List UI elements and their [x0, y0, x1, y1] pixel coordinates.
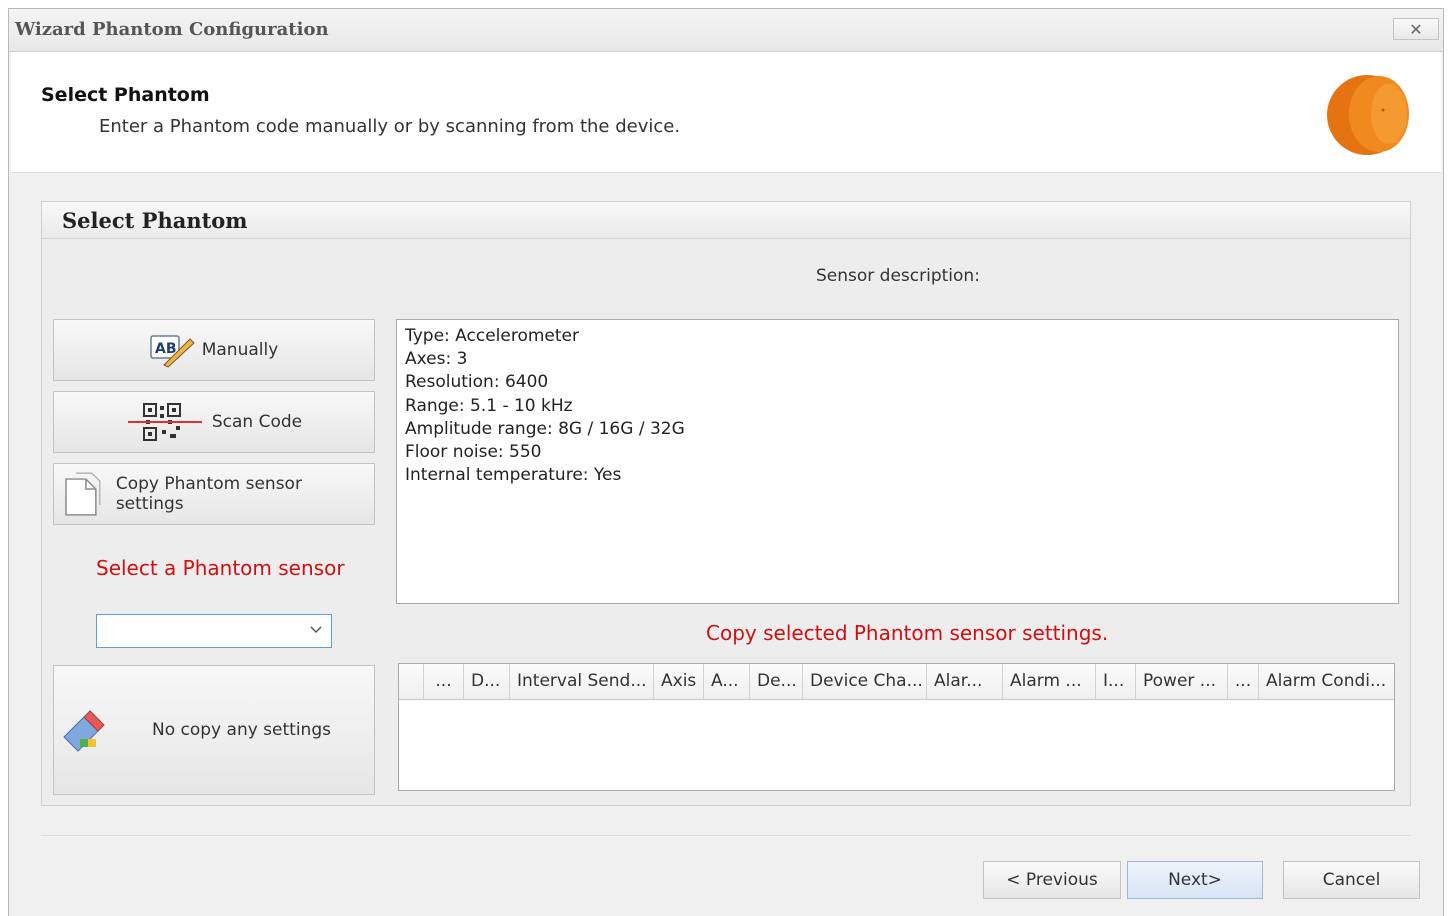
copy-settings-button[interactable]: Copy Phantom sensor settings [53, 463, 375, 525]
ab-pencil-icon: AB [149, 335, 195, 368]
title-bar: Wizard Phantom Configuration ✕ [9, 9, 1443, 52]
description-line: Floor noise: 550 [405, 442, 542, 463]
grid-column-header[interactable]: De... [750, 664, 803, 699]
document-icon [65, 472, 101, 516]
phantom-sensor-select[interactable] [96, 614, 332, 648]
grid-column-header[interactable]: Alarm ... [1003, 664, 1096, 699]
select-sensor-label: Select a Phantom sensor [96, 556, 345, 580]
svg-text:AB: AB [155, 341, 177, 357]
grid-column-header[interactable]: D... [464, 664, 510, 699]
footer-separator [41, 835, 1411, 836]
window-title: Wizard Phantom Configuration [15, 19, 329, 40]
select-phantom-group: Select Phantom AB Manually Scan Code Cop… [41, 201, 1411, 806]
manually-label: Manually [201, 340, 279, 360]
grid-column-header[interactable]: Power ... [1136, 664, 1228, 699]
eraser-icon [63, 710, 105, 752]
close-button[interactable]: ✕ [1393, 18, 1439, 40]
grid-column-header[interactable]: Device Cha... [803, 664, 927, 699]
header-title: Select Phantom [41, 84, 210, 106]
grid-column-header[interactable]: ... [1228, 664, 1259, 699]
no-copy-button[interactable]: No copy any settings [53, 665, 375, 795]
scan-code-button[interactable]: Scan Code [53, 391, 375, 453]
grid-column-header[interactable]: I... [1096, 664, 1136, 699]
scan-code-label: Scan Code [211, 412, 303, 432]
grid-header: ... D... Interval Send... Axis A... De..… [399, 664, 1394, 700]
grid-column-header[interactable]: ... [424, 664, 464, 699]
wizard-window: Wizard Phantom Configuration ✕ Select Ph… [8, 8, 1444, 916]
sensor-description-box: Type: Accelerometer Axes: 3 Resolution: … [396, 319, 1399, 604]
previous-button[interactable]: < Previous [983, 861, 1121, 899]
header-subtitle: Enter a Phantom code manually or by scan… [99, 116, 681, 137]
qr-code-icon [127, 403, 202, 441]
grid-column-header[interactable]: Interval Send... [510, 664, 654, 699]
grid-column-header[interactable]: Alarm Condi... [1259, 664, 1394, 699]
wizard-header: Select Phantom Enter a Phantom code manu… [11, 52, 1441, 173]
group-header: Select Phantom [42, 202, 1410, 239]
next-button[interactable]: Next> [1127, 861, 1263, 899]
no-copy-label: No copy any settings [152, 720, 331, 740]
chevron-down-icon[interactable] [309, 623, 323, 637]
copy-settings-caption: Copy selected Phantom sensor settings. [706, 621, 1109, 645]
sensor-description-label: Sensor description: [816, 266, 980, 286]
cancel-button[interactable]: Cancel [1283, 861, 1420, 899]
manually-button[interactable]: AB Manually [53, 319, 375, 381]
group-title: Select Phantom [62, 208, 248, 233]
grid-column-header[interactable]: A... [704, 664, 750, 699]
description-line: Type: Accelerometer [405, 326, 579, 346]
description-line: Amplitude range: 8G / 16G / 32G [405, 418, 685, 439]
phantom-sensor-logo [1327, 75, 1409, 155]
grid-column-header[interactable]: Axis [654, 664, 704, 699]
description-line: Range: 5.1 - 10 kHz [405, 395, 573, 416]
grid-column-header[interactable] [399, 664, 424, 699]
copy-settings-label: Copy Phantom sensor settings [115, 474, 302, 514]
description-line: Internal temperature: Yes [405, 465, 622, 486]
description-line: Axes: 3 [405, 349, 468, 370]
settings-grid[interactable]: ... D... Interval Send... Axis A... De..… [398, 663, 1395, 791]
description-line: Resolution: 6400 [405, 372, 549, 393]
grid-column-header[interactable]: Alar... [927, 664, 1003, 699]
